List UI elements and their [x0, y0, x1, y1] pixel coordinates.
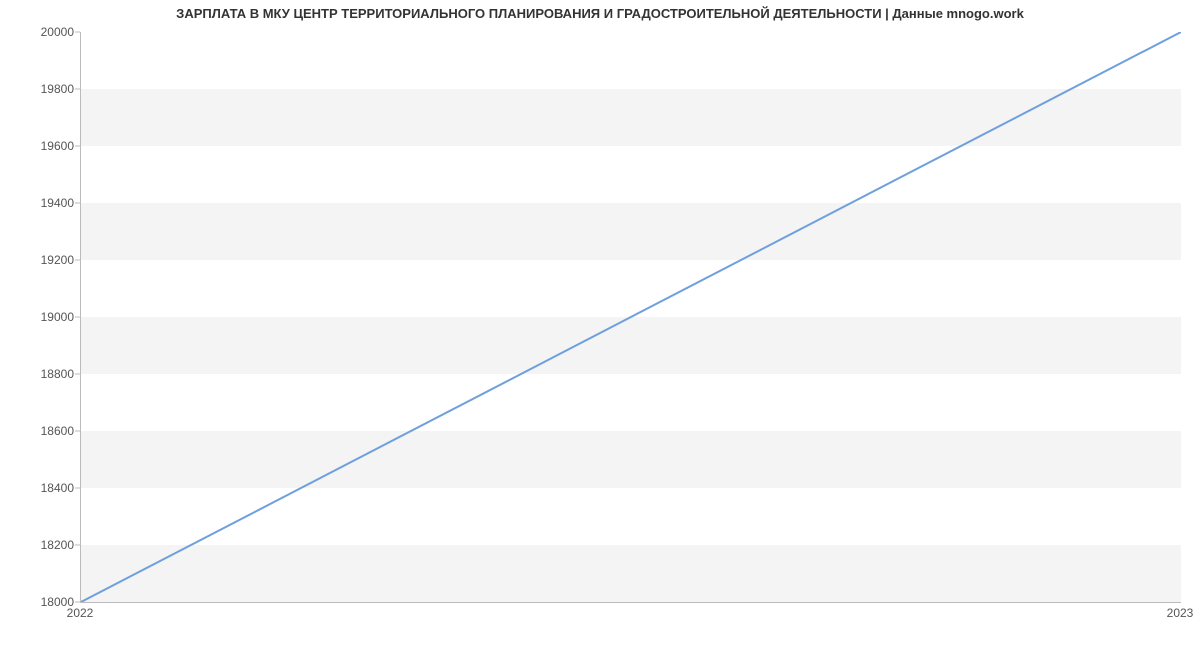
y-axis-tick-mark — [75, 203, 80, 204]
y-axis-tick-mark — [75, 260, 80, 261]
x-axis-tick-label: 2023 — [1167, 606, 1194, 620]
y-axis-tick-mark — [75, 32, 80, 33]
y-axis-tick-mark — [75, 488, 80, 489]
y-axis-tick-label: 18600 — [14, 424, 74, 438]
plot-area — [80, 32, 1181, 603]
chart-title: ЗАРПЛАТА В МКУ ЦЕНТР ТЕРРИТОРИАЛЬНОГО ПЛ… — [0, 6, 1200, 21]
y-axis-tick-label: 18200 — [14, 538, 74, 552]
y-axis-tick-mark — [75, 545, 80, 546]
y-axis-tick-label: 20000 — [14, 25, 74, 39]
y-axis-tick-mark — [75, 317, 80, 318]
y-axis-tick-mark — [75, 146, 80, 147]
y-axis-tick-label: 19400 — [14, 196, 74, 210]
y-axis-tick-mark — [75, 374, 80, 375]
y-axis-tick-label: 19800 — [14, 82, 74, 96]
y-axis-tick-label: 18800 — [14, 367, 74, 381]
y-axis-tick-mark — [75, 431, 80, 432]
y-axis-tick-label: 18400 — [14, 481, 74, 495]
chart-container: ЗАРПЛАТА В МКУ ЦЕНТР ТЕРРИТОРИАЛЬНОГО ПЛ… — [0, 0, 1200, 650]
y-axis-tick-mark — [75, 89, 80, 90]
line-series — [81, 32, 1181, 602]
y-axis-tick-label: 19000 — [14, 310, 74, 324]
line-series-layer — [81, 32, 1181, 602]
y-axis-tick-label: 18000 — [14, 595, 74, 609]
y-axis-tick-label: 19200 — [14, 253, 74, 267]
x-axis-tick-label: 2022 — [67, 606, 94, 620]
y-axis-tick-mark — [75, 602, 80, 603]
y-axis-tick-label: 19600 — [14, 139, 74, 153]
